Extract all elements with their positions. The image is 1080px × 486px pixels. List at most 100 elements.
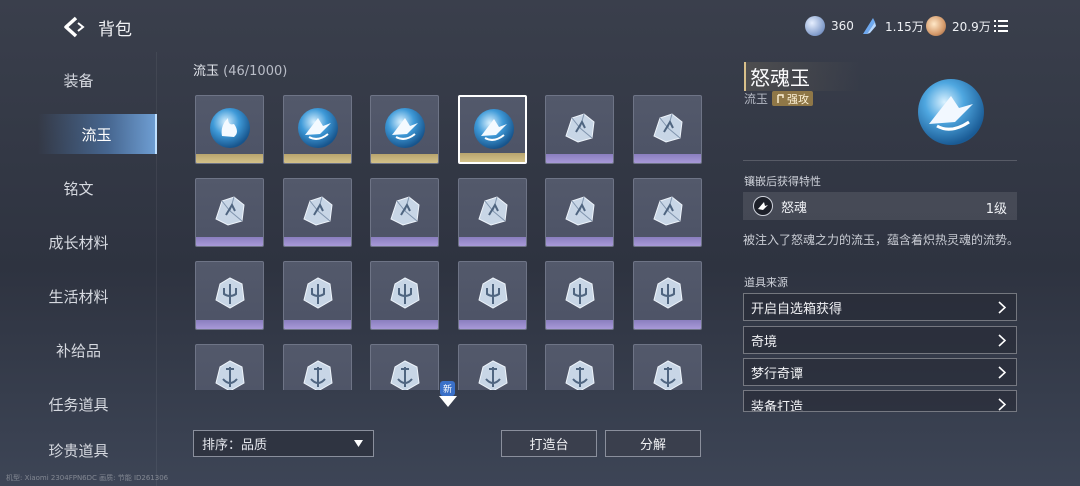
gold-coin-icon	[926, 16, 946, 36]
inventory-slot[interactable]	[632, 344, 702, 390]
wing-orb-icon	[385, 108, 425, 148]
crystal-anchor-icon	[565, 360, 595, 390]
sort-dropdown[interactable]: 排序：品质	[193, 430, 374, 457]
page-title: 背包	[98, 20, 132, 40]
inventory-slot[interactable]	[545, 178, 614, 247]
inventory-slot[interactable]	[632, 95, 702, 164]
menu-list-icon[interactable]	[994, 20, 1008, 32]
chevron-right-icon	[998, 301, 1006, 314]
inventory-slot[interactable]	[195, 344, 264, 390]
inventory-grid	[193, 94, 703, 390]
inventory-slot[interactable]	[370, 261, 439, 330]
sidebar-item-life-materials[interactable]: 生活材料	[0, 276, 157, 316]
inventory-slot[interactable]	[457, 178, 527, 247]
inventory-slot[interactable]	[195, 178, 264, 247]
sidebar-item-equipment[interactable]: 装备	[0, 60, 157, 100]
trait-heading: 镶嵌后获得特性	[744, 175, 821, 188]
crystal-shard-icon	[652, 113, 683, 143]
item-description: 被注入了怒魂之力的流玉，蕴含着炽热灵魂的流势。	[743, 233, 1020, 247]
source-label: 奇境	[751, 334, 778, 350]
inventory-count: (46/1000)	[223, 64, 288, 79]
crystal-anchor-icon	[215, 360, 245, 390]
trait-row[interactable]: 怒魂 1级	[743, 192, 1017, 220]
back-arrow-icon[interactable]	[60, 14, 90, 40]
source-option-box[interactable]: 开启自选箱获得	[743, 293, 1017, 321]
inventory-slot[interactable]	[545, 261, 614, 330]
currency-crystal[interactable]: 1.15万	[859, 16, 924, 36]
caret-down-icon	[354, 440, 363, 447]
crystal-trident-icon	[652, 277, 683, 309]
crystal-anchor-icon	[302, 360, 333, 390]
inventory-header: 流玉 (46/1000)	[193, 60, 287, 79]
divider	[743, 160, 1017, 161]
flame-orb-icon	[210, 108, 250, 148]
sidebar-item-growth-materials[interactable]: 成长材料	[0, 222, 157, 262]
source-heading: 道具来源	[744, 276, 788, 289]
inventory-slot[interactable]	[195, 261, 264, 330]
sidebar-item-liuyu[interactable]: 流玉	[38, 114, 157, 154]
wing-orb-icon	[473, 109, 514, 149]
inventory-slot[interactable]	[195, 95, 264, 164]
trait-level: 1级	[985, 202, 1007, 217]
fury-soul-icon	[753, 196, 773, 216]
inventory-slot[interactable]	[632, 261, 702, 330]
wing-orb-icon	[297, 108, 338, 148]
sword-icon	[777, 93, 784, 103]
currency-gold[interactable]: 20.9万	[926, 16, 991, 36]
top-bar: 背包 360 1.15万 20.9万	[0, 0, 1080, 52]
new-badge: 新	[440, 381, 456, 396]
inventory-slot[interactable]	[282, 344, 352, 390]
inventory-slot[interactable]	[632, 178, 702, 247]
source-dream-tale[interactable]: 梦行奇谭	[743, 358, 1017, 386]
crystal-trident-icon	[215, 277, 245, 309]
forge-button[interactable]: 打造台	[501, 430, 597, 457]
sidebar-item-supplies[interactable]: 补给品	[0, 330, 157, 370]
inventory-slot[interactable]	[545, 95, 614, 164]
source-label: 梦行奇谭	[751, 366, 804, 382]
chevron-right-icon	[998, 366, 1006, 379]
item-type: 流玉	[744, 92, 769, 106]
source-wonderland[interactable]: 奇境	[743, 326, 1017, 354]
crystal-anchor-icon	[652, 360, 683, 390]
crystal-trident-icon	[390, 277, 420, 309]
crystal-trident-icon	[477, 277, 508, 309]
silver-coin-icon	[805, 16, 825, 36]
currency-silver[interactable]: 360	[805, 16, 854, 36]
crystal-shard-icon	[652, 196, 683, 226]
crystal-shard-icon	[302, 196, 333, 226]
chevron-right-icon	[998, 334, 1006, 347]
sidebar-item-inscription[interactable]: 铭文	[0, 168, 157, 208]
crystal-shard-icon	[390, 196, 420, 226]
crystal-trident-icon	[565, 277, 595, 309]
trait-name: 怒魂	[781, 200, 808, 216]
inventory-slot[interactable]	[545, 344, 614, 390]
inventory-slot[interactable]	[282, 178, 352, 247]
item-type-row: 流玉 强攻	[744, 90, 814, 107]
decompose-button[interactable]: 分解	[605, 430, 701, 457]
sidebar-item-quest-items[interactable]: 任务道具	[0, 384, 157, 424]
sidebar-item-precious-items[interactable]: 珍贵道具	[0, 440, 157, 460]
crystal-trident-icon	[302, 277, 333, 309]
category-sidebar: 装备 流玉 铭文 成长材料 生活材料 补给品 任务道具 珍贵道具	[0, 52, 157, 486]
inventory-category: 流玉	[193, 64, 220, 79]
inventory-slot[interactable]	[370, 95, 439, 164]
sort-label: 排序：品质	[202, 438, 268, 453]
inventory-slot[interactable]	[370, 344, 439, 390]
source-equipment-forge[interactable]: 装备打造	[743, 390, 1017, 412]
crystal-feather-icon	[863, 18, 876, 34]
currency-crystal-value: 1.15万	[885, 19, 924, 34]
inventory-slot[interactable]	[457, 95, 527, 164]
crystal-shard-icon	[565, 196, 595, 226]
device-info-footer: 机型: Xiaomi 2304FPN6DC 画质: 节能 ID261306	[6, 474, 169, 482]
currency-gold-value: 20.9万	[952, 19, 991, 34]
item-tag: 强攻	[772, 91, 814, 106]
wing-orb-icon	[918, 79, 984, 145]
inventory-slot[interactable]	[457, 344, 527, 390]
inventory-slot[interactable]	[282, 95, 352, 164]
inventory-slot[interactable]	[282, 261, 352, 330]
chevron-right-icon	[998, 398, 1006, 411]
inventory-slot[interactable]	[370, 178, 439, 247]
item-tag-label: 强攻	[787, 92, 810, 106]
inventory-slot[interactable]	[457, 261, 527, 330]
scroll-down-arrow-icon[interactable]	[439, 396, 457, 407]
